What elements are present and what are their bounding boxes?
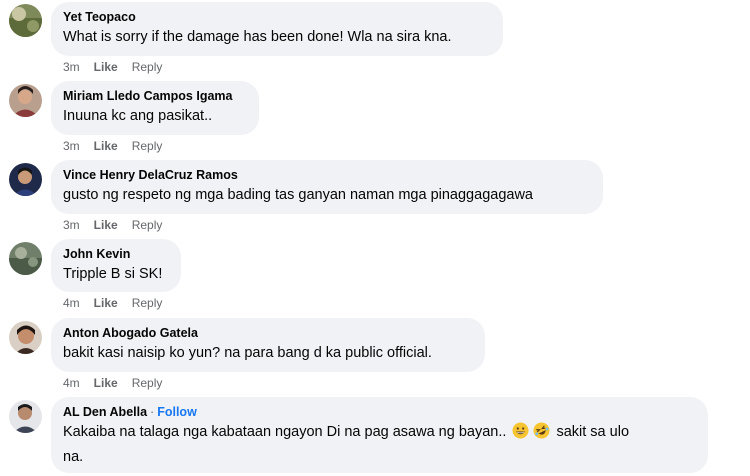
reply-button[interactable]: Reply [132, 60, 163, 74]
comment-text: What is sorry if the damage has been don… [63, 29, 452, 45]
comment-author[interactable]: AL Den Abella [63, 405, 147, 419]
like-button[interactable]: Like [94, 218, 118, 232]
comment-text: Inuuna kc ang pasikat.. [63, 108, 213, 124]
reply-button[interactable]: Reply [132, 139, 163, 153]
avatar[interactable] [9, 4, 42, 37]
reply-button[interactable]: Reply [132, 376, 163, 390]
comment-author[interactable]: Yet Teopaco [63, 9, 491, 25]
comment-bubble: John Kevin Tripple B si SK! [51, 239, 181, 292]
comment-author[interactable]: John Kevin [63, 246, 169, 262]
grinning-face-icon [512, 422, 529, 445]
like-button[interactable]: Like [94, 376, 118, 390]
comment-bubble: AL Den Abella · Follow Kakaiba na talaga n… [51, 397, 708, 473]
comment-author[interactable]: Anton Abogado Gatela [63, 325, 473, 341]
avatar[interactable] [9, 242, 42, 275]
reply-button[interactable]: Reply [132, 218, 163, 232]
comment-bubble: Anton Abogado Gatela bakit kasi naisip k… [51, 318, 485, 372]
comment-time[interactable]: 3m [63, 139, 80, 153]
rolling-on-floor-laughing-icon [533, 422, 550, 445]
comment-time[interactable]: 3m [63, 60, 80, 74]
comment-time[interactable]: 3m [63, 218, 80, 232]
comment-text: gusto ng respeto ng mga bading tas ganya… [63, 187, 533, 203]
comment-text: Kakaiba na talaga nga kabataan ngayon Di… [63, 422, 696, 445]
avatar[interactable] [9, 400, 42, 433]
comment-actions: 3m Like Reply [63, 139, 176, 153]
comment-bubble: Miriam Lledo Campos Igama Inuuna kc ang … [51, 81, 259, 135]
comment-bubble: Vince Henry DelaCruz Ramos gusto ng resp… [51, 160, 603, 214]
comment-text-line2: na. [63, 449, 84, 465]
comment-actions: 3m Like Reply [63, 218, 176, 232]
comment-author[interactable]: Vince Henry DelaCruz Ramos [63, 167, 591, 183]
comment-text: Tripple B si SK! [63, 266, 163, 282]
comment-text: bakit kasi naisip ko yun? na para bang d… [63, 345, 432, 361]
avatar[interactable] [9, 321, 42, 354]
like-button[interactable]: Like [94, 60, 118, 74]
avatar[interactable] [9, 84, 42, 117]
comment-bubble: Yet Teopaco What is sorry if the damage … [51, 2, 503, 56]
follow-button[interactable]: Follow [157, 405, 197, 419]
like-button[interactable]: Like [94, 296, 118, 310]
avatar[interactable] [9, 163, 42, 196]
comment-author-row: AL Den Abella · Follow [63, 404, 696, 420]
comment-text-line1: Kakaiba na talaga nga kabataan ngayon Di… [63, 424, 507, 440]
like-button[interactable]: Like [94, 139, 118, 153]
comment-time[interactable]: 4m [63, 296, 80, 310]
comment-actions: 4m Like Reply [63, 376, 176, 390]
comment-author[interactable]: Miriam Lledo Campos Igama [63, 88, 247, 104]
separator-dot: · [150, 405, 155, 419]
comment-actions: 3m Like Reply [63, 60, 176, 74]
reply-button[interactable]: Reply [132, 296, 163, 310]
comment-time[interactable]: 4m [63, 376, 80, 390]
comment-actions: 4m Like Reply [63, 296, 176, 310]
comment-text-line1-end: sakit sa ulo [556, 424, 630, 440]
